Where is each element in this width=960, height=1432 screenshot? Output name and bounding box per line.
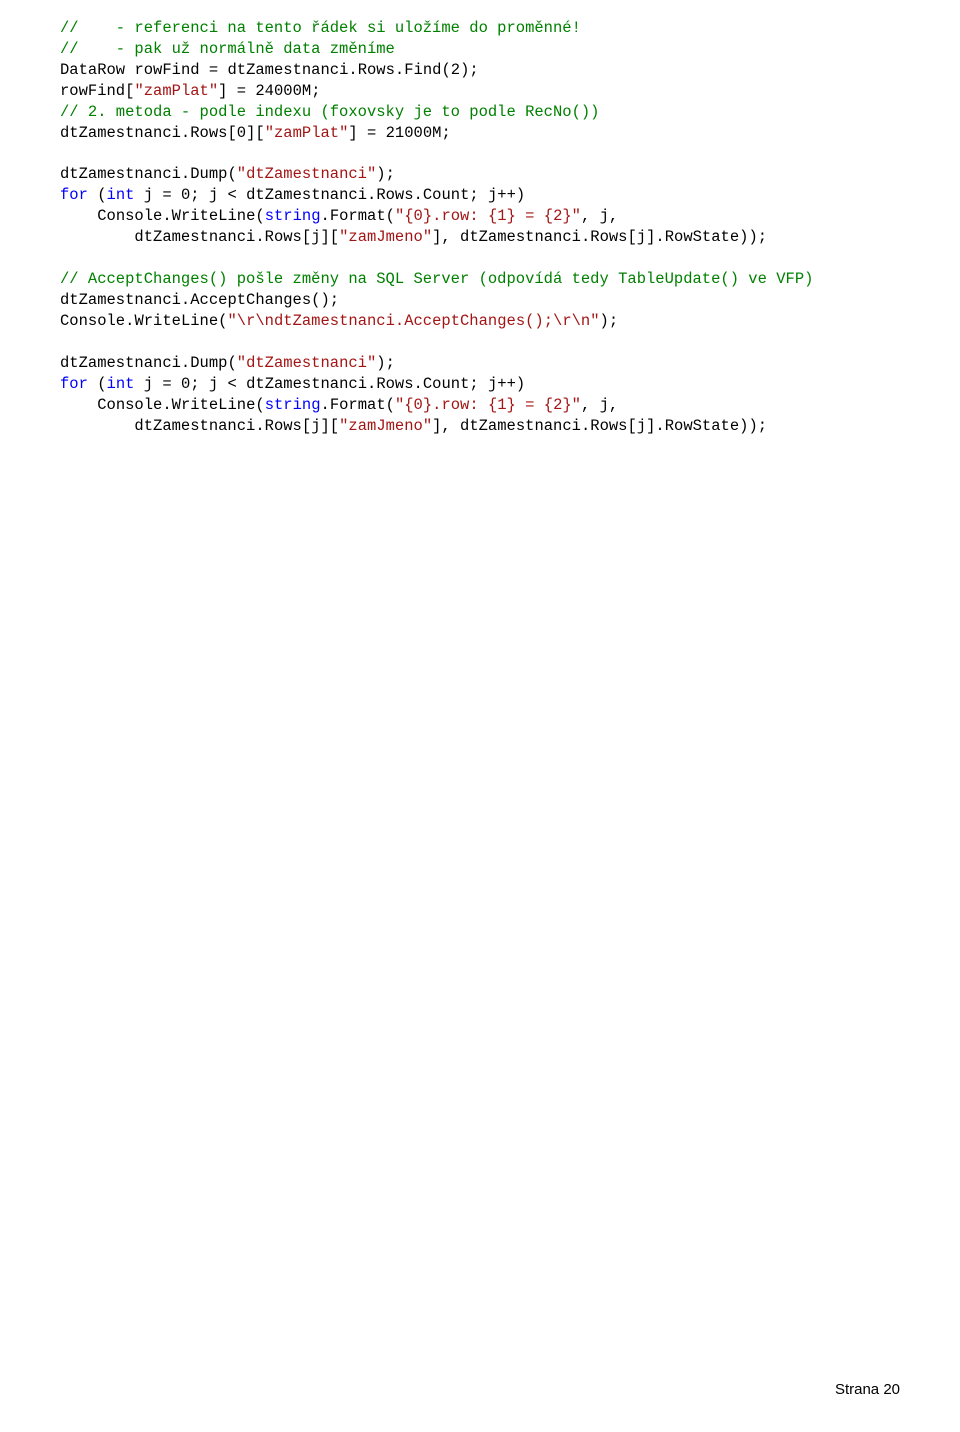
comment-line: // - pak už normálně data změníme <box>60 40 395 58</box>
code-text: dtZamestnanci <box>227 61 348 79</box>
code-number: 0 <box>181 375 190 393</box>
code-number: 2 <box>451 61 460 79</box>
code-text: j <box>488 186 497 204</box>
code-text: Rows <box>590 417 627 435</box>
code-text: Format <box>330 207 386 225</box>
code-text: j <box>311 417 320 435</box>
code-text: j <box>637 228 646 246</box>
code-text: RowState <box>665 228 739 246</box>
code-keyword: string <box>265 396 321 414</box>
code-text: rowFind <box>60 82 125 100</box>
code-text: dtZamestnanci <box>134 417 255 435</box>
code-text: Count <box>423 375 470 393</box>
code-text: Find <box>404 61 441 79</box>
code-keyword: for <box>60 375 88 393</box>
code-text: Rows <box>590 228 627 246</box>
code-keyword: string <box>265 207 321 225</box>
code-text: j <box>209 375 218 393</box>
code-text: DataRow <box>60 61 125 79</box>
code-keyword: for <box>60 186 88 204</box>
comment-line: // AcceptChanges() pošle změny na SQL Se… <box>60 270 813 288</box>
code-text: Dump <box>190 354 227 372</box>
code-block: // - referenci na tento řádek si uložíme… <box>60 18 900 436</box>
code-text: Console <box>97 207 162 225</box>
code-string: "dtZamestnanci" <box>237 165 377 183</box>
code-string: "\r\ndtZamestnanci.AcceptChanges();\r\n" <box>227 312 599 330</box>
code-text: j <box>600 207 609 225</box>
code-text: dtZamestnanci <box>460 417 581 435</box>
code-text: j <box>144 375 153 393</box>
code-string: "{0}.row: {1} = {2}" <box>395 396 581 414</box>
code-number: 0 <box>181 186 190 204</box>
page-footer: Strana 20 <box>835 1380 900 1400</box>
code-text: dtZamestnanci <box>60 165 181 183</box>
code-text: Console <box>60 312 125 330</box>
code-text: WriteLine <box>172 396 256 414</box>
code-text: Count <box>423 186 470 204</box>
code-text: j <box>144 186 153 204</box>
code-text: RowState <box>665 417 739 435</box>
code-text: dtZamestnanci <box>60 124 181 142</box>
code-text: Rows <box>358 61 395 79</box>
code-number: 0 <box>237 124 246 142</box>
code-text: rowFind <box>134 61 199 79</box>
code-text: j <box>637 417 646 435</box>
code-text: Dump <box>190 165 227 183</box>
code-string: "zamPlat" <box>265 124 349 142</box>
code-text: Rows <box>265 417 302 435</box>
code-number: 24000M <box>255 82 311 100</box>
code-text: Console <box>97 396 162 414</box>
code-text: Format <box>330 396 386 414</box>
code-text: j <box>488 375 497 393</box>
code-text: j <box>311 228 320 246</box>
code-text: Rows <box>376 375 413 393</box>
code-number: 21000M <box>386 124 442 142</box>
code-string: "zamPlat" <box>134 82 218 100</box>
code-text: dtZamestnanci <box>60 354 181 372</box>
code-text: j <box>209 186 218 204</box>
code-text: WriteLine <box>134 312 218 330</box>
code-text: Rows <box>265 228 302 246</box>
code-keyword: int <box>107 375 135 393</box>
code-text: dtZamestnanci <box>60 291 181 309</box>
code-text: dtZamestnanci <box>460 228 581 246</box>
code-string: "zamJmeno" <box>339 417 432 435</box>
code-string: "zamJmeno" <box>339 228 432 246</box>
code-keyword: int <box>107 186 135 204</box>
code-text: Rows <box>190 124 227 142</box>
code-text: dtZamestnanci <box>246 375 367 393</box>
code-string: "{0}.row: {1} = {2}" <box>395 207 581 225</box>
comment-line: // 2. metoda - podle indexu (foxovsky je… <box>60 103 600 121</box>
code-text: WriteLine <box>172 207 256 225</box>
code-string: "dtZamestnanci" <box>237 354 377 372</box>
comment-line: // - referenci na tento řádek si uložíme… <box>60 19 581 37</box>
code-text: j <box>600 396 609 414</box>
code-text: dtZamestnanci <box>134 228 255 246</box>
code-text: Rows <box>376 186 413 204</box>
code-text: AcceptChanges <box>190 291 311 309</box>
code-text: dtZamestnanci <box>246 186 367 204</box>
